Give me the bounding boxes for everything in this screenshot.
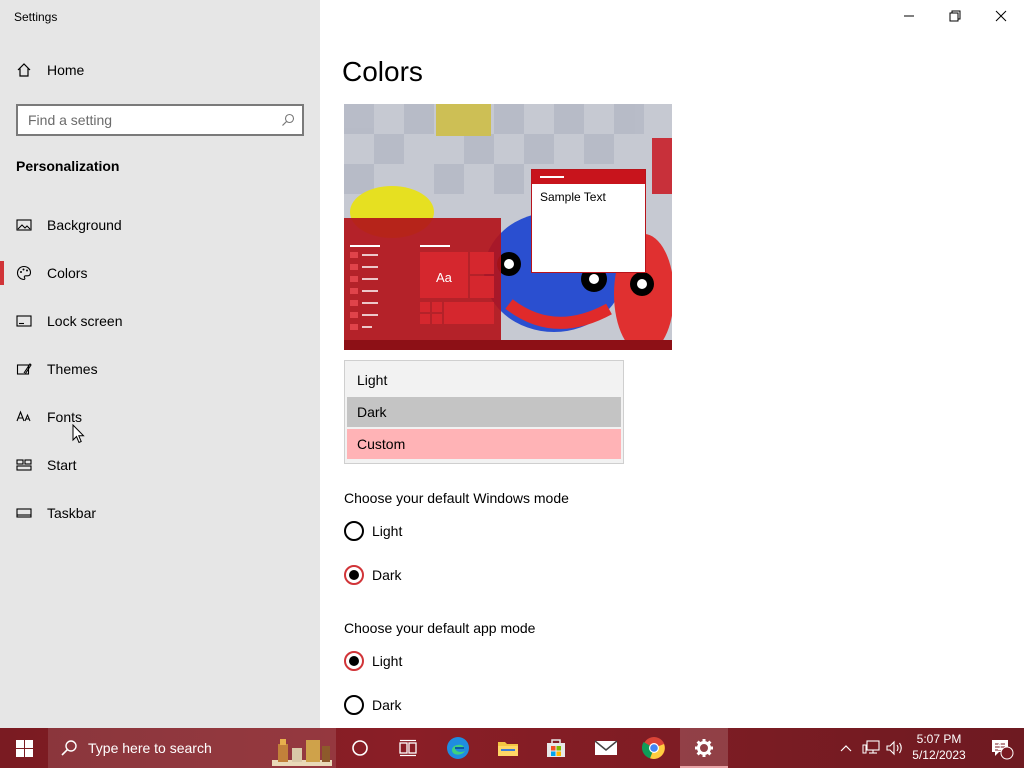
radio-circle-selected[interactable] <box>344 651 364 671</box>
task-view-icon <box>399 739 417 757</box>
folder-icon <box>498 742 518 756</box>
sample-text: Sample Text <box>540 190 606 204</box>
themes-icon <box>16 361 32 377</box>
minimize-button[interactable] <box>886 0 932 32</box>
taskbar-clock[interactable]: 5:07 PM 5/12/2023 <box>906 731 972 763</box>
sidebar-item-label: Lock screen <box>47 313 123 329</box>
cortana-button[interactable] <box>336 728 384 768</box>
color-option-custom[interactable]: Custom <box>347 429 621 459</box>
chrome-button[interactable] <box>630 728 678 768</box>
taskbar-preview <box>344 340 672 350</box>
radio-label: Light <box>372 653 403 669</box>
search-highlight-image <box>272 739 332 766</box>
sample-window-titlebar <box>532 170 645 184</box>
radio-circle-selected[interactable] <box>344 565 364 585</box>
minimize-icon <box>904 15 914 17</box>
close-icon <box>995 10 1007 22</box>
start-icon <box>16 457 32 473</box>
radio-circle[interactable] <box>344 695 364 715</box>
fonts-icon <box>16 409 32 425</box>
edge-icon <box>447 737 469 759</box>
taskbar-search-box[interactable]: Type here to search <box>48 728 336 768</box>
lock-screen-icon <box>16 313 32 329</box>
radio-label: Dark <box>372 697 402 713</box>
start-menu-preview: Aa <box>344 218 501 340</box>
preview-tile: Aa <box>420 248 499 334</box>
sidebar-item-colors[interactable]: Colors <box>0 249 320 297</box>
section-title: Personalization <box>16 158 120 174</box>
volume-button[interactable] <box>884 728 906 768</box>
taskbar: Type here to search 5:07 PM 5/12/2023 1 <box>0 728 1024 768</box>
radio-circle[interactable] <box>344 521 364 541</box>
windows-mode-label: Choose your default Windows mode <box>344 490 569 506</box>
sidebar-item-fonts[interactable]: Fonts <box>0 393 320 441</box>
network-button[interactable] <box>860 728 882 768</box>
clock-date: 5/12/2023 <box>912 748 966 762</box>
store-icon <box>547 739 565 757</box>
sidebar-item-taskbar[interactable]: Taskbar <box>0 489 320 537</box>
close-button[interactable] <box>978 0 1024 32</box>
taskbar-icon <box>16 505 32 521</box>
sidebar-item-themes[interactable]: Themes <box>0 345 320 393</box>
page-title: Colors <box>342 56 423 87</box>
theme-preview: Aa Sample Text <box>344 104 672 350</box>
preview-tile-text: Aa <box>436 270 452 285</box>
home-label: Home <box>47 62 85 78</box>
chrome-icon <box>642 737 665 759</box>
picture-icon <box>16 217 32 233</box>
app-mode-label: Choose your default app mode <box>344 620 536 636</box>
gear-icon <box>695 739 713 757</box>
mail-button[interactable] <box>582 728 630 768</box>
palette-icon <box>16 265 32 281</box>
settings-taskbar-button[interactable] <box>680 728 728 768</box>
color-option-light[interactable]: Light <box>347 365 621 395</box>
sidebar-item-label: Start <box>47 457 77 473</box>
cortana-icon <box>352 740 368 756</box>
search-icon <box>61 740 77 756</box>
sidebar-item-label: Colors <box>47 265 88 281</box>
color-option-dark[interactable]: Dark <box>347 397 621 427</box>
windows-mode-dark-radio[interactable]: Dark <box>344 565 402 585</box>
app-mode-dark-radio[interactable]: Dark <box>344 695 402 715</box>
sidebar-nav: Background Colors Lock screen Themes Fon… <box>0 201 320 537</box>
sidebar-item-lock-screen[interactable]: Lock screen <box>0 297 320 345</box>
radio-label: Light <box>372 523 403 539</box>
sidebar-item-label: Background <box>47 217 122 233</box>
edge-button[interactable] <box>434 728 482 768</box>
sidebar-item-label: Themes <box>47 361 98 377</box>
file-explorer-button[interactable] <box>484 728 532 768</box>
app-title: Settings <box>14 10 58 24</box>
settings-search-input[interactable] <box>18 112 274 128</box>
show-hidden-icons-button[interactable] <box>836 728 856 768</box>
settings-search-box[interactable] <box>16 104 304 136</box>
notification-badge: 1 <box>997 742 1003 753</box>
taskbar-search-placeholder: Type here to search <box>88 740 212 756</box>
restore-button[interactable] <box>932 0 978 32</box>
mail-icon <box>594 740 618 755</box>
search-icon[interactable] <box>274 106 302 134</box>
speaker-icon <box>886 740 902 756</box>
sidebar-item-background[interactable]: Background <box>0 201 320 249</box>
sidebar-item-label: Taskbar <box>47 505 97 521</box>
start-button[interactable] <box>0 728 48 768</box>
store-button[interactable] <box>532 728 580 768</box>
windows-mode-light-radio[interactable]: Light <box>344 521 402 541</box>
app-mode-light-radio[interactable]: Light <box>344 651 402 671</box>
task-view-button[interactable] <box>384 728 432 768</box>
sample-window-preview: Sample Text <box>531 169 646 273</box>
restore-icon <box>949 10 961 22</box>
sidebar-item-label: Fonts <box>47 409 83 425</box>
network-icon <box>862 740 880 754</box>
radio-label: Dark <box>372 567 402 583</box>
clock-time: 5:07 PM <box>916 732 962 746</box>
choose-color-dropdown[interactable]: Light Dark Custom <box>344 360 624 464</box>
mouse-cursor-icon <box>72 424 85 444</box>
sidebar: Settings Home Personalization Background… <box>0 0 320 728</box>
windows-logo-icon <box>15 739 33 757</box>
action-center-button[interactable]: 1 <box>978 728 1024 768</box>
sidebar-item-start[interactable]: Start <box>0 441 320 489</box>
home-button[interactable]: Home <box>16 62 84 78</box>
chevron-up-icon <box>840 745 852 752</box>
home-icon <box>16 62 32 78</box>
